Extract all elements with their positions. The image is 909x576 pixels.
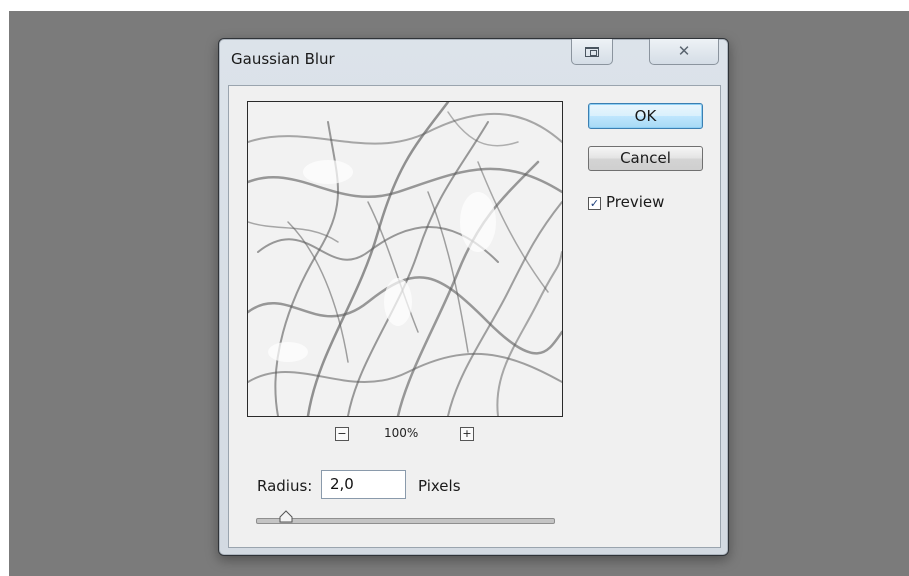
radius-input[interactable]: 2,0 (321, 470, 406, 499)
restore-window-icon (585, 46, 599, 57)
zoom-out-button[interactable]: − (335, 427, 349, 441)
restore-button[interactable] (571, 39, 613, 65)
dialog-title: Gaussian Blur (231, 50, 335, 68)
close-x-icon: ✕ (677, 42, 691, 60)
preview-checkbox-label[interactable]: Preview (606, 193, 664, 211)
blur-preview-image[interactable] (247, 101, 563, 417)
preview-checkbox[interactable]: ✓ (588, 197, 601, 210)
radius-slider-thumb[interactable] (279, 510, 293, 524)
zoom-level-label: 100% (384, 426, 419, 440)
gaussian-blur-dialog: Gaussian Blur ✕ − 100% + Radius: 2,0 Pix… (218, 38, 729, 556)
radius-unit-label: Pixels (418, 477, 461, 495)
ok-button[interactable]: OK (588, 103, 703, 129)
zoom-in-button[interactable]: + (460, 427, 474, 441)
cancel-button[interactable]: Cancel (588, 146, 703, 171)
close-button[interactable]: ✕ (649, 39, 719, 65)
radius-slider-track[interactable] (256, 518, 555, 524)
radius-label: Radius: (257, 477, 313, 495)
dialog-client-area: − 100% + Radius: 2,0 Pixels OK Cancel ✓ … (228, 85, 721, 548)
